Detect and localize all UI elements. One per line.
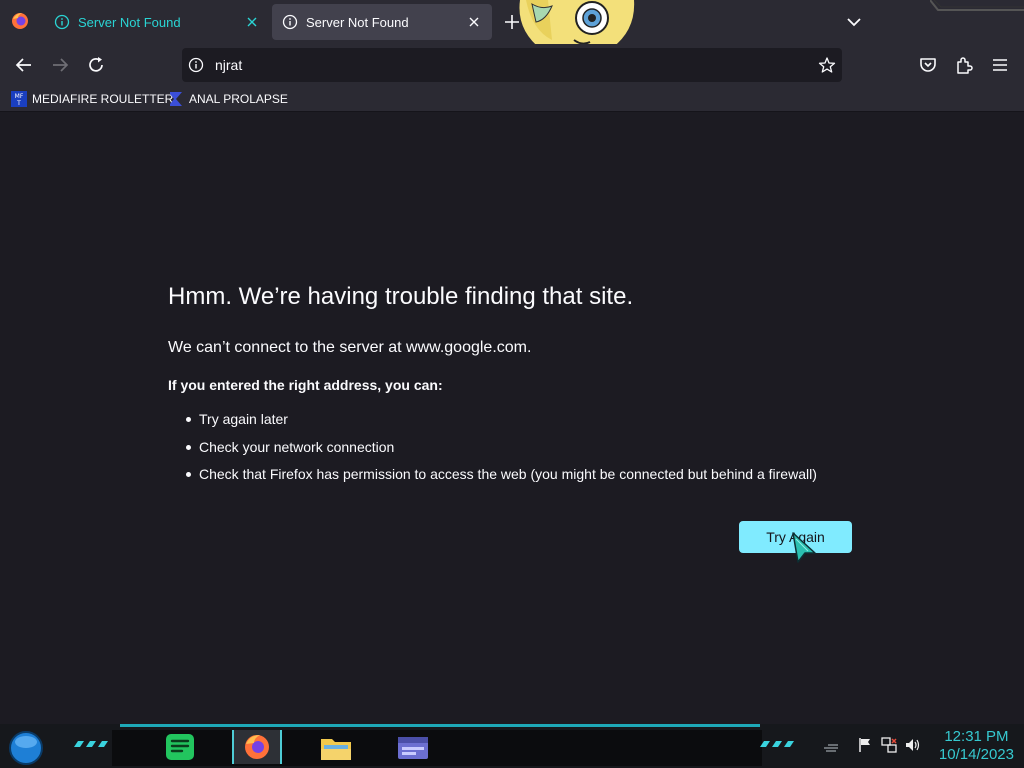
chevron-down-icon[interactable]: [842, 10, 866, 34]
flag-icon[interactable]: [856, 736, 874, 754]
svg-text:T: T: [16, 100, 21, 107]
sigma-favicon-icon: [170, 92, 182, 106]
tab-title: Server Not Found: [306, 14, 409, 30]
system-clock[interactable]: 12:31 PM 10/14/2023: [939, 728, 1014, 764]
screen: Server Not Found Server Not Found njrat …: [0, 0, 1024, 768]
mouse-cursor-icon: [792, 532, 816, 563]
pocket-icon[interactable]: [916, 53, 940, 77]
firefox-icon: [245, 735, 269, 759]
firefox-icon[interactable]: [10, 11, 30, 31]
window-frame-decoration: [930, 0, 1024, 11]
error-title: Hmm. We’re having trouble finding that s…: [168, 283, 634, 310]
url-bar[interactable]: njrat: [182, 48, 842, 82]
tab-strip: Server Not Found Server Not Found: [0, 0, 1024, 58]
url-input[interactable]: njrat: [215, 57, 242, 73]
taskbar-glow-line: [120, 724, 760, 727]
bookmark-star-icon[interactable]: [818, 56, 836, 74]
info-icon[interactable]: [188, 57, 204, 73]
show-hidden-icons-icon[interactable]: [822, 736, 840, 754]
clock-time: 12:31 PM: [944, 728, 1009, 745]
bookmark-label: MEDIAFIRE ROULETTER: [32, 92, 174, 106]
error-short-description: We can’t connect to the server at www.go…: [168, 339, 532, 356]
led-decoration-icon: [760, 741, 794, 747]
bookmark-label: ANAL PROLAPSE: [189, 92, 288, 106]
list-item: Try again later: [168, 409, 817, 437]
taskbar-app-firefox[interactable]: [232, 730, 282, 764]
reload-icon[interactable]: [84, 53, 108, 77]
error-page: Hmm. We’re having trouble finding that s…: [0, 113, 1024, 724]
folder-icon: [321, 739, 351, 760]
forward-arrow-icon[interactable]: [48, 53, 72, 77]
clock-date: 10/14/2023: [938, 746, 1014, 763]
close-icon[interactable]: [244, 14, 260, 30]
suggestion-list: Try again later Check your network conne…: [168, 409, 817, 492]
info-icon: [54, 14, 70, 30]
info-icon: [282, 14, 298, 30]
extensions-icon[interactable]: [952, 53, 976, 77]
back-arrow-icon[interactable]: [12, 53, 36, 77]
taskbar-app-spotify[interactable]: [156, 730, 206, 764]
list-item: Check that Firefox has permission to acc…: [168, 464, 817, 492]
taskbar-app-file-explorer[interactable]: [311, 730, 361, 764]
svg-text:MF: MF: [15, 93, 24, 100]
bookmark-mediafire-rouletter[interactable]: MF T MEDIAFIRE ROULETTER: [11, 89, 173, 109]
navigation-toolbar: njrat: [0, 44, 1024, 86]
close-icon[interactable]: [466, 14, 482, 30]
bookmarks-toolbar: MF T MEDIAFIRE ROULETTER ANAL PROLAPSE: [0, 86, 1024, 112]
taskbar-app-window[interactable]: [388, 730, 438, 764]
led-decoration-icon: [74, 741, 108, 747]
start-orb-icon[interactable]: [8, 730, 44, 766]
hamburger-menu-icon[interactable]: [988, 53, 1012, 77]
taskbar: 12:31 PM 10/14/2023: [0, 724, 1024, 768]
tab-server-not-found-1[interactable]: Server Not Found: [44, 4, 270, 40]
bookmark-anal-prolapse[interactable]: ANAL PROLAPSE: [168, 89, 288, 109]
mediafire-favicon-icon: MF T: [11, 91, 27, 107]
network-icon[interactable]: [880, 736, 898, 754]
error-hint: If you entered the right address, you ca…: [168, 377, 443, 393]
window-app-icon: [398, 737, 428, 759]
tab-title: Server Not Found: [78, 14, 181, 30]
tab-server-not-found-2[interactable]: Server Not Found: [272, 4, 492, 40]
notes-app-icon: [166, 734, 194, 760]
volume-icon[interactable]: [904, 736, 922, 754]
list-item: Check your network connection: [168, 437, 817, 465]
